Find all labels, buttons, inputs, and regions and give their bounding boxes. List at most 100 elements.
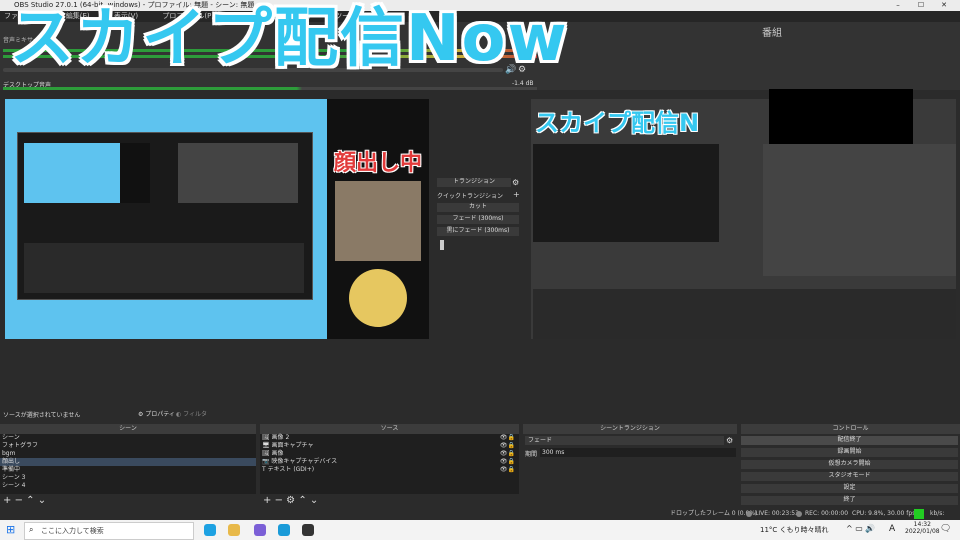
- scene-item[interactable]: シーン 3: [0, 474, 256, 482]
- preview-canvas[interactable]: 顔出し中: [5, 99, 429, 339]
- redacted-block: [769, 89, 913, 149]
- facecam-panel: 顔出し中: [327, 99, 429, 339]
- scenes-toolbar: + − ⌃ ⌄: [3, 495, 46, 506]
- nested-docks: [24, 243, 304, 293]
- sources-toolbar: + − ⚙ ⌃ ⌄: [263, 495, 318, 506]
- tray-icons[interactable]: ^ ▭ 🔊: [846, 524, 875, 533]
- gear-icon[interactable]: ⚙: [286, 495, 295, 506]
- add-icon[interactable]: +: [263, 495, 271, 506]
- scene-item[interactable]: シーン: [0, 434, 256, 442]
- face-showing-label: 顔出し中: [333, 151, 422, 176]
- scenes-header: シーン: [0, 424, 256, 434]
- search-placeholder: ここに入力して検索: [41, 527, 104, 535]
- app-icon[interactable]: [254, 524, 266, 536]
- scene-item[interactable]: bgm: [0, 450, 256, 458]
- scene-item[interactable]: シーン 4: [0, 482, 256, 490]
- stop-streaming-button[interactable]: 配信終了: [741, 436, 958, 445]
- settings-button[interactable]: 設定: [741, 484, 958, 493]
- eye-icon[interactable]: 👁🔒: [500, 458, 515, 466]
- mixer-meter: [3, 87, 537, 90]
- live-indicator: [746, 511, 752, 517]
- plus-icon[interactable]: +: [513, 190, 520, 199]
- live-time: LIVE: 00:23:53: [755, 510, 799, 517]
- cut-button[interactable]: カット: [437, 203, 519, 212]
- camera-icon: 📷: [262, 458, 270, 465]
- eye-icon[interactable]: 👁🔒: [500, 466, 515, 474]
- up-icon[interactable]: ⌃: [298, 495, 306, 506]
- source-label: 画面キャプチャ: [271, 442, 314, 449]
- source-item[interactable]: 🖼 画像 2 👁🔒: [260, 434, 519, 442]
- down-icon[interactable]: ⌄: [310, 495, 318, 506]
- scene-item[interactable]: 準備中: [0, 466, 256, 474]
- source-label: テキスト (GDI+): [267, 466, 315, 473]
- minimize-button[interactable]: –: [890, 0, 906, 11]
- transition-panel: トランジション ⚙ クイックトランジション + カット フェード (300ms)…: [437, 178, 522, 252]
- properties-button[interactable]: ⚙ プロパティ: [138, 409, 175, 418]
- start-virtual-camera-button[interactable]: 仮想カメラ開始: [741, 460, 958, 469]
- program-output-pane: [763, 144, 956, 276]
- remove-icon[interactable]: −: [15, 495, 23, 506]
- nested-program: [178, 143, 298, 203]
- skype-icon[interactable]: [278, 524, 290, 536]
- screen-capture-source: [17, 132, 313, 300]
- source-item[interactable]: 📷 映像キャプチャデバイス 👁🔒: [260, 458, 519, 466]
- add-icon[interactable]: +: [3, 495, 11, 506]
- transition-select[interactable]: フェード: [525, 436, 724, 445]
- duration-input[interactable]: 300 ms: [540, 448, 736, 457]
- gear-icon[interactable]: ⚙: [726, 436, 733, 445]
- fade-button[interactable]: フェード (300ms): [437, 215, 519, 224]
- controls-header: コントロール: [741, 424, 960, 434]
- program-docks-pane: [533, 289, 956, 339]
- sources-list: 🖼 画像 2 👁🔒 🖥 画面キャプチャ 👁🔒 🖼 画像 👁🔒 📷 映像キャプチャデバイ…: [260, 434, 519, 494]
- avatar-character: [349, 269, 407, 327]
- maximize-button[interactable]: ☐: [913, 0, 929, 11]
- rec-time: REC: 00:00:00: [805, 510, 849, 517]
- start-recording-button[interactable]: 録画開始: [741, 448, 958, 457]
- weather[interactable]: 11°C くもり時々晴れ: [760, 525, 829, 535]
- gear-icon[interactable]: ⚙: [512, 178, 519, 187]
- edge-icon[interactable]: [204, 524, 216, 536]
- eye-icon[interactable]: 👁🔒: [500, 442, 515, 450]
- stream-health-badge: [914, 509, 924, 519]
- scenes-list: シーン フォトグラフ bgm 顔出し 準備中 シーン 3 シーン 4: [0, 434, 256, 494]
- source-item[interactable]: 🖼 画像 👁🔒: [260, 450, 519, 458]
- program-preview-pane: [533, 144, 719, 242]
- eye-icon[interactable]: 👁🔒: [500, 450, 515, 458]
- program-canvas: スカイプ配信N: [531, 89, 956, 339]
- source-item[interactable]: 🖥 画面キャプチャ 👁🔒: [260, 442, 519, 450]
- close-button[interactable]: ✕: [936, 0, 952, 11]
- source-label: 画像 2: [271, 434, 290, 441]
- program-overlay-title: スカイプ配信N: [535, 109, 700, 137]
- rec-indicator: [796, 511, 802, 517]
- search-box[interactable]: ⌕ ここに入力して検索: [24, 522, 194, 540]
- program-label: 番組: [762, 28, 782, 39]
- fade-to-black-button[interactable]: 黒にフェード (300ms): [437, 227, 519, 236]
- source-item[interactable]: T テキスト (GDI+) 👁🔒: [260, 466, 519, 474]
- taskbar: ⊞ ⌕ ここに入力して検索 11°C くもり時々晴れ ^ ▭ 🔊 A 14:32…: [0, 520, 960, 540]
- scene-item[interactable]: フォトグラフ: [0, 442, 256, 450]
- obs-icon[interactable]: [302, 524, 314, 536]
- duration-label: 期間: [525, 451, 538, 458]
- properties-label: プロパティ: [145, 411, 175, 418]
- image-icon: 🖼: [262, 434, 270, 441]
- remove-icon[interactable]: −: [275, 495, 283, 506]
- filters-button[interactable]: ◐ フィルタ: [176, 409, 207, 418]
- monitor-icon: 🖥: [262, 442, 270, 449]
- image-icon: 🖼: [262, 450, 270, 457]
- notification-icon[interactable]: 🗨: [940, 524, 951, 534]
- source-label: 映像キャプチャデバイス: [271, 458, 338, 465]
- folder-icon[interactable]: [228, 524, 240, 536]
- t-bar-handle[interactable]: [440, 240, 444, 250]
- text-icon: T: [262, 466, 266, 473]
- eye-icon[interactable]: 👁🔒: [500, 434, 515, 442]
- scene-item-selected[interactable]: 顔出し: [0, 458, 256, 466]
- studio-mode-button[interactable]: スタジオモード: [741, 472, 958, 481]
- down-icon[interactable]: ⌄: [38, 495, 46, 506]
- clock[interactable]: 14:32 2022/01/08: [905, 521, 940, 535]
- exit-button[interactable]: 終了: [741, 496, 958, 505]
- scene-transitions-header: シーントランジション: [523, 424, 737, 434]
- transition-button[interactable]: トランジション: [437, 178, 511, 187]
- up-icon[interactable]: ⌃: [26, 495, 34, 506]
- start-icon[interactable]: ⊞: [6, 523, 15, 536]
- ime-indicator[interactable]: A: [889, 524, 895, 534]
